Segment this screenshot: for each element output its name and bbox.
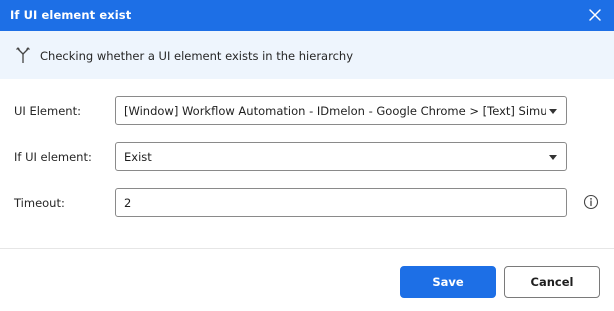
if-ui-element-label: If UI element: bbox=[14, 150, 92, 164]
close-icon bbox=[589, 9, 601, 21]
if-ui-element-exist-dialog: If UI element exist Checking whether a U… bbox=[0, 0, 614, 311]
timeout-value: 2 bbox=[124, 196, 132, 210]
branch-icon bbox=[16, 47, 30, 63]
cancel-button[interactable]: Cancel bbox=[504, 266, 600, 298]
chevron-down-icon bbox=[549, 155, 557, 160]
if-ui-element-select[interactable]: Exist bbox=[115, 142, 567, 171]
timeout-input[interactable]: 2 bbox=[115, 188, 567, 217]
ui-element-label: UI Element: bbox=[14, 104, 81, 118]
dialog-titlebar: If UI element exist bbox=[0, 0, 614, 31]
close-button[interactable] bbox=[584, 4, 606, 26]
dialog-title: If UI element exist bbox=[10, 8, 132, 22]
chevron-down-icon bbox=[549, 109, 557, 114]
timeout-label: Timeout: bbox=[14, 196, 65, 210]
if-ui-element-value: Exist bbox=[124, 150, 152, 164]
footer-divider bbox=[0, 248, 614, 249]
ui-element-value: [Window] Workflow Automation - IDmelon -… bbox=[124, 104, 546, 118]
info-circle-icon[interactable] bbox=[583, 194, 599, 210]
info-banner: Checking whether a UI element exists in … bbox=[0, 31, 614, 79]
ui-element-select[interactable]: [Window] Workflow Automation - IDmelon -… bbox=[115, 96, 567, 125]
info-text: Checking whether a UI element exists in … bbox=[40, 49, 353, 63]
save-button[interactable]: Save bbox=[400, 266, 496, 298]
